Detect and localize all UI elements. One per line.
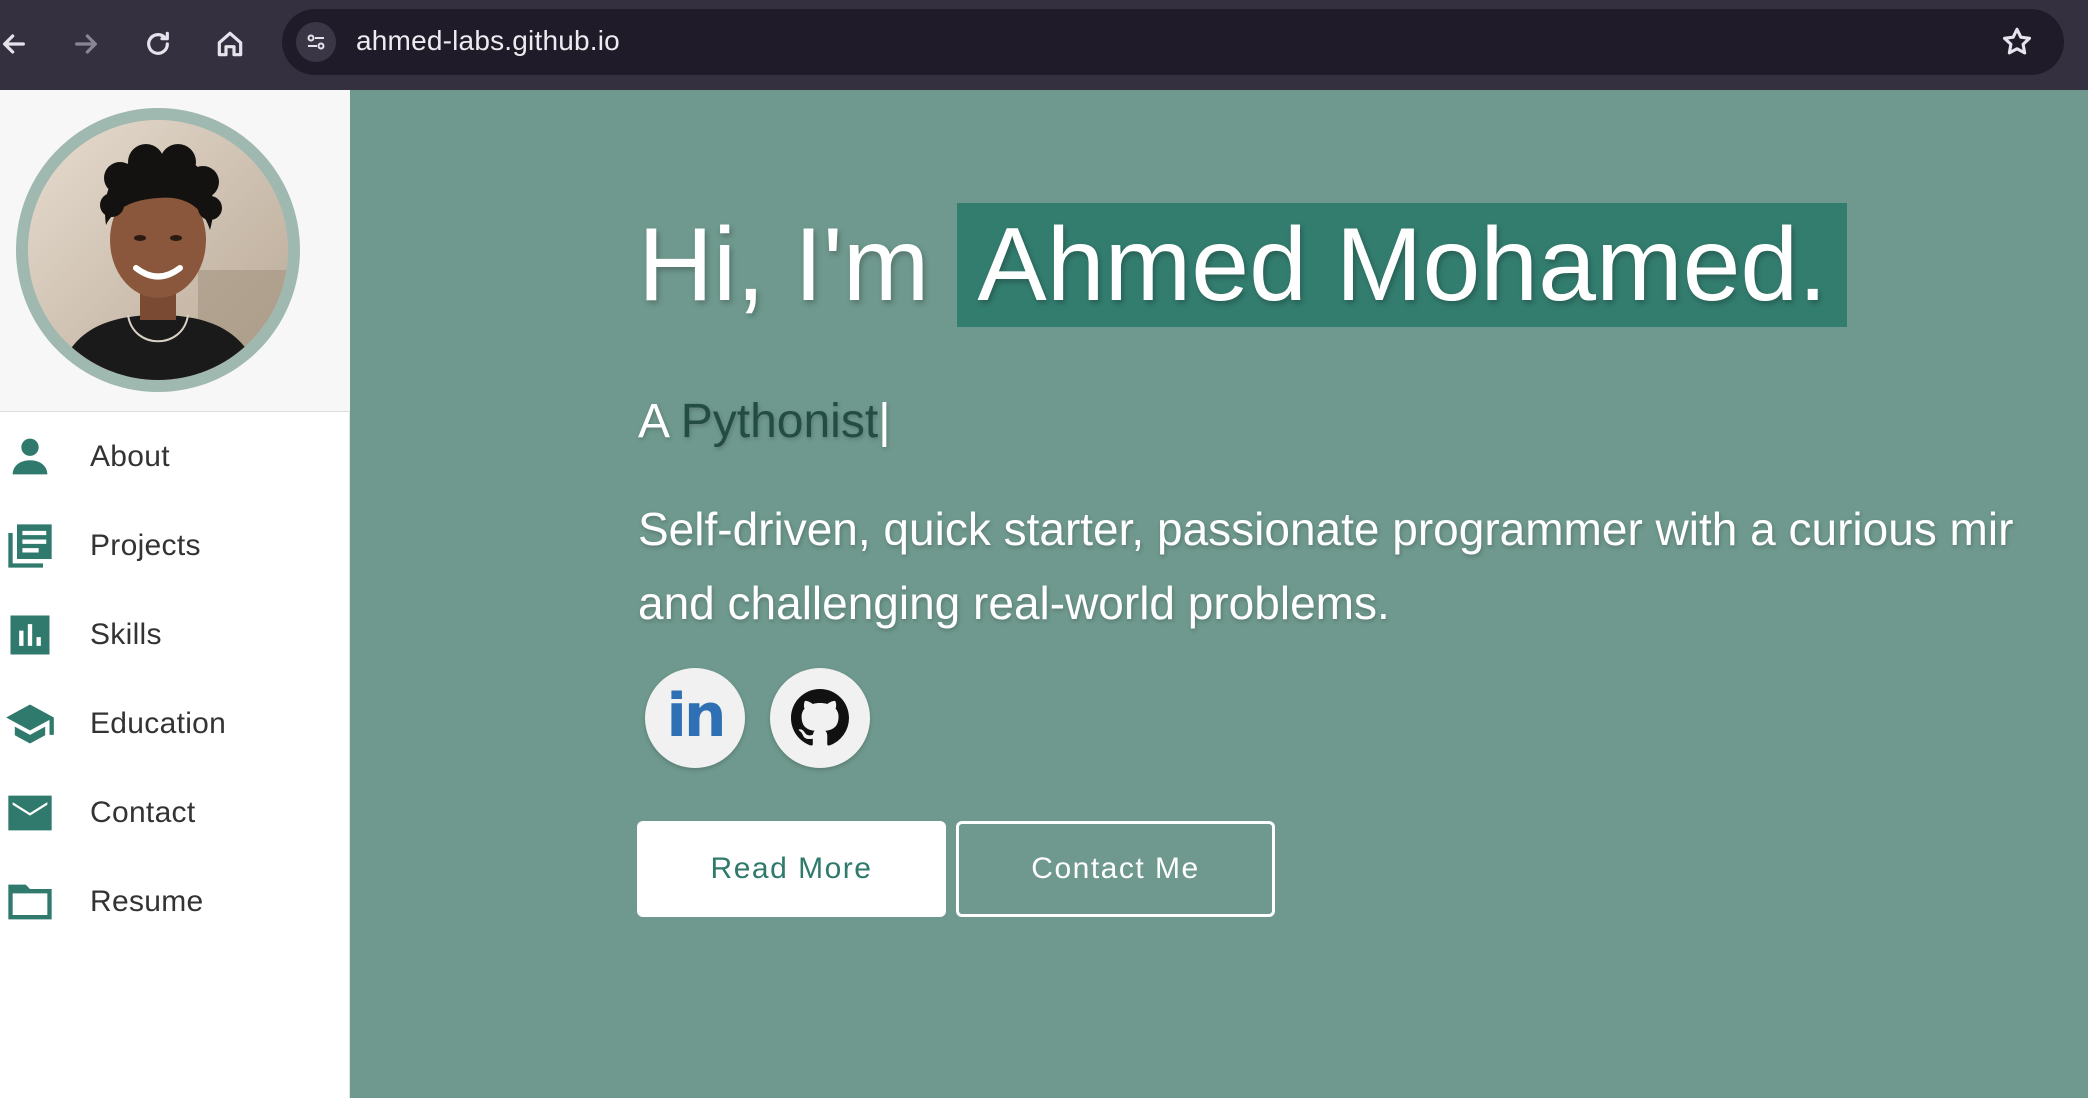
sidebar-nav: About Projects Skills Education Contact <box>0 412 350 946</box>
hero-section: Hi, I'm Ahmed Mohamed. A Pythonist| Self… <box>350 90 2088 1098</box>
back-icon[interactable] <box>0 20 38 68</box>
sidebar-item-label: Contact <box>90 795 196 829</box>
envelope-icon <box>4 787 56 839</box>
sidebar-item-education[interactable]: Education <box>0 679 350 768</box>
profile-header <box>0 90 350 412</box>
github-icon <box>791 689 849 746</box>
linkedin-icon: in <box>666 681 726 751</box>
browser-toolbar: ahmed-labs.github.io <box>0 0 2088 90</box>
home-icon[interactable] <box>206 20 254 68</box>
graduation-cap-icon <box>4 698 56 750</box>
address-bar[interactable]: ahmed-labs.github.io <box>282 9 2064 75</box>
highlighted-name: Ahmed Mohamed. <box>957 203 1848 327</box>
sidebar-item-skills[interactable]: Skills <box>0 590 350 679</box>
folder-icon <box>4 876 56 928</box>
url-text[interactable]: ahmed-labs.github.io <box>356 25 620 57</box>
hero-title: Hi, I'm Ahmed Mohamed. <box>638 203 1848 327</box>
bookmark-star-icon[interactable] <box>2000 25 2034 59</box>
person-icon <box>4 431 56 483</box>
site-info-icon[interactable] <box>296 22 336 62</box>
sidebar-item-label: About <box>90 439 170 473</box>
sidebar-item-projects[interactable]: Projects <box>0 501 350 590</box>
github-button[interactable] <box>770 668 870 768</box>
sidebar-item-resume[interactable]: Resume <box>0 857 350 946</box>
reload-icon[interactable] <box>134 20 182 68</box>
read-more-button[interactable]: Read More <box>637 821 946 917</box>
linkedin-button[interactable]: in <box>645 668 745 768</box>
sidebar-item-about[interactable]: About <box>0 412 350 501</box>
hero-subtitle: A Pythonist| <box>638 394 891 449</box>
forward-icon[interactable] <box>62 20 110 68</box>
sidebar-item-label: Resume <box>90 884 204 918</box>
sidebar-item-label: Skills <box>90 617 162 651</box>
sidebar-item-label: Projects <box>90 528 201 562</box>
typed-role-text: Pythonist <box>680 395 879 448</box>
sidebar: About Projects Skills Education Contact <box>0 90 350 1098</box>
subtitle-prefix: A <box>638 395 668 448</box>
description-line: and challenging real-world problems. <box>638 577 1390 629</box>
sidebar-item-label: Education <box>90 706 227 740</box>
profile-photo <box>28 120 288 380</box>
avatar <box>16 108 300 392</box>
contact-me-button[interactable]: Contact Me <box>956 821 1275 917</box>
greeting-text: Hi, I'm <box>638 206 930 323</box>
hero-description: Self-driven, quick starter, passionate p… <box>638 492 2088 640</box>
sidebar-item-contact[interactable]: Contact <box>0 768 350 857</box>
bar-chart-icon <box>4 609 56 661</box>
projects-icon <box>4 520 56 572</box>
description-line: Self-driven, quick starter, passionate p… <box>638 503 2014 555</box>
typing-caret: | <box>878 395 891 448</box>
